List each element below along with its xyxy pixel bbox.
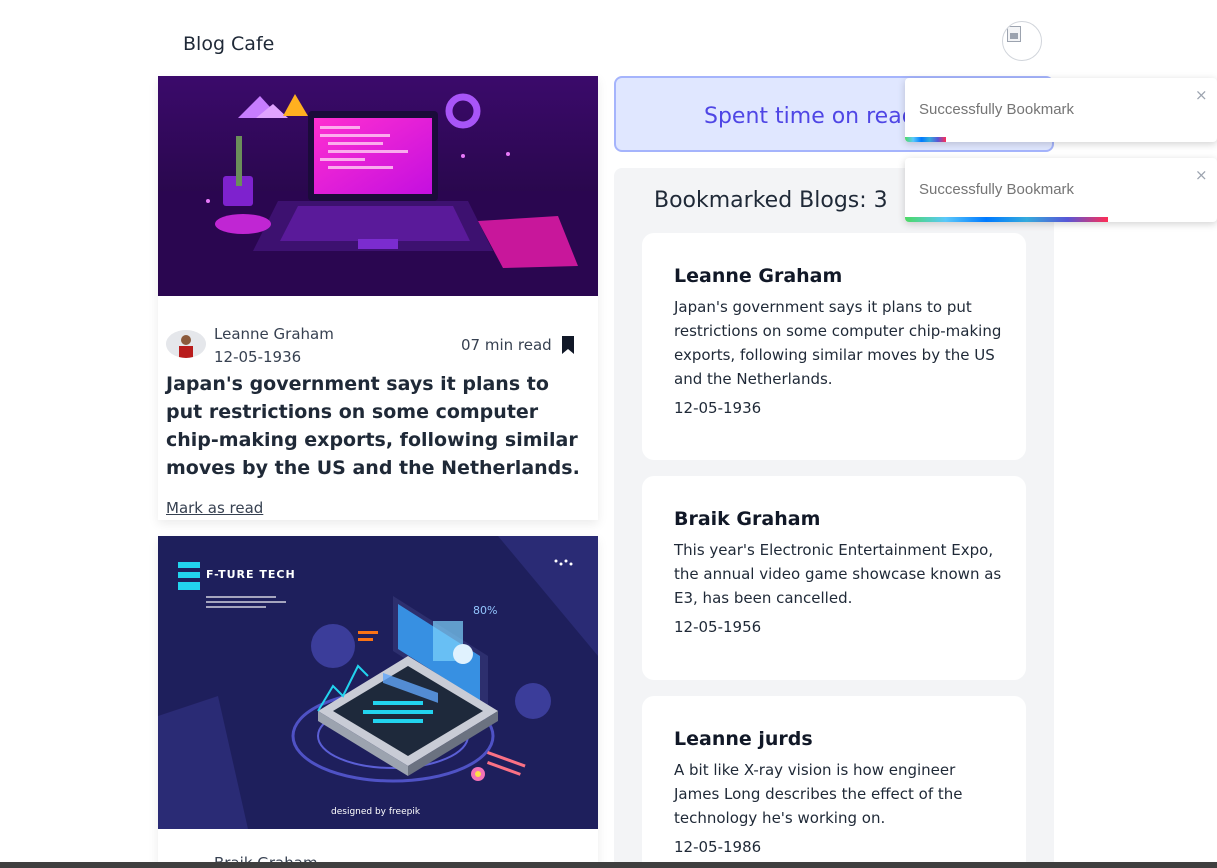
bookmark-card: Braik Graham This year's Electronic Ente… [642,476,1026,680]
close-icon[interactable]: × [1195,86,1208,104]
bookmarks-panel: Bookmarked Blogs: 3 Leanne Graham Japan'… [614,168,1054,868]
blog-meta: Leanne Graham 12-05-1936 07 min read [158,296,598,366]
bookmark-text: Japan's government says it plans to put … [674,298,1002,388]
close-icon[interactable]: × [1195,166,1208,184]
bookmark-icon[interactable] [560,335,576,355]
bookmark-text: A bit like X-ray vision is how engineer … [674,761,963,827]
bookmark-author: Braik Graham [674,508,821,530]
blog-cover-image: F-TURE TECH 80% designed by freepik [158,536,598,829]
toast-message: Successfully Bookmark [919,101,1075,118]
cover-percent-text: 80% [473,604,497,617]
bookmark-card: Leanne Graham Japan's government says it… [642,233,1026,460]
blog-card: Leanne Graham 12-05-1936 07 min read Jap… [158,76,598,520]
bookmarks-heading: Bookmarked Blogs: 3 [654,188,888,213]
bookmark-text: This year's Electronic Entertainment Exp… [674,541,1002,607]
mark-as-read-link[interactable]: Mark as read [166,499,263,517]
broken-image-icon [1007,26,1021,42]
toast-notification[interactable]: Successfully Bookmark × [905,158,1217,222]
blog-card: F-TURE TECH 80% designed by freepik Brai… [158,536,598,868]
bookmark-author: Leanne jurds [674,728,813,750]
toast-notification[interactable]: Successfully Bookmark × [905,78,1217,142]
blog-cover-image [158,76,598,296]
toast-progress-bar [905,137,946,142]
blog-title: Japan's government says it plans to put … [166,373,580,479]
taskbar-strip [0,862,1217,868]
author-avatar [166,330,206,358]
spent-time-label: Spent time on read [704,104,916,129]
bookmark-author: Leanne Graham [674,265,843,287]
brand-logo[interactable]: Blog Cafe [183,33,274,55]
toast-progress-bar [905,217,1108,222]
bookmark-date: 12-05-1936 [674,399,762,417]
cover-brand-text: F-TURE TECH [206,568,296,581]
bookmark-date: 12-05-1956 [674,618,762,636]
read-time: 07 min read [461,336,552,354]
toast-message: Successfully Bookmark [919,181,1075,198]
header: Blog Cafe [0,0,1217,76]
bookmark-card: Leanne jurds A bit like X-ray vision is … [642,696,1026,868]
bookmark-date: 12-05-1986 [674,838,762,856]
author-name: Leanne Graham [214,325,334,343]
cover-credit-text: designed by freepik [331,807,421,817]
user-avatar[interactable] [1002,21,1042,61]
publish-date: 12-05-1936 [214,348,302,366]
